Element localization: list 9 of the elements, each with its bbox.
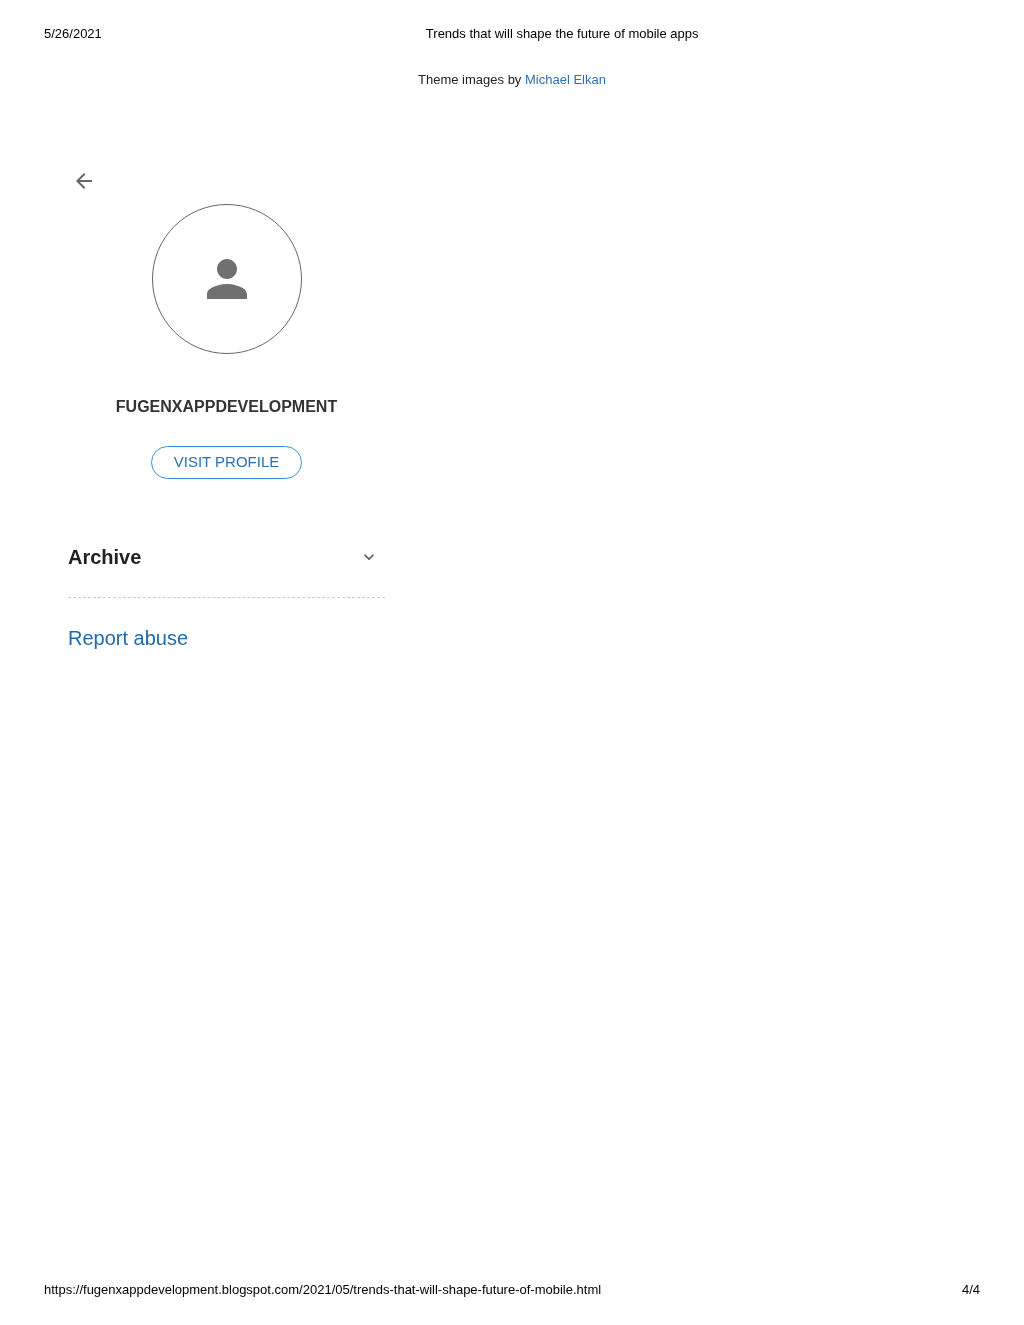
- page-title: Trends that will shape the future of mobile apps: [425, 25, 699, 43]
- archive-heading: Archive: [68, 545, 142, 570]
- report-abuse-link[interactable]: Report abuse: [68, 623, 385, 653]
- credit-text: Theme images by Michael Elkan: [418, 70, 606, 89]
- page-url: https://fugenxappdevelopment.blogspot.com/2021/05/trends-that-will-shape-future-of-mobile.html: [44, 1280, 602, 1299]
- credit-link[interactable]: Michael Elkan: [525, 71, 606, 87]
- page-number: 4/4: [961, 1280, 980, 1299]
- profile-name: FUGENXAPPDEVELOPMENT: [115, 397, 338, 417]
- print-date: 5/26/2021: [44, 25, 102, 43]
